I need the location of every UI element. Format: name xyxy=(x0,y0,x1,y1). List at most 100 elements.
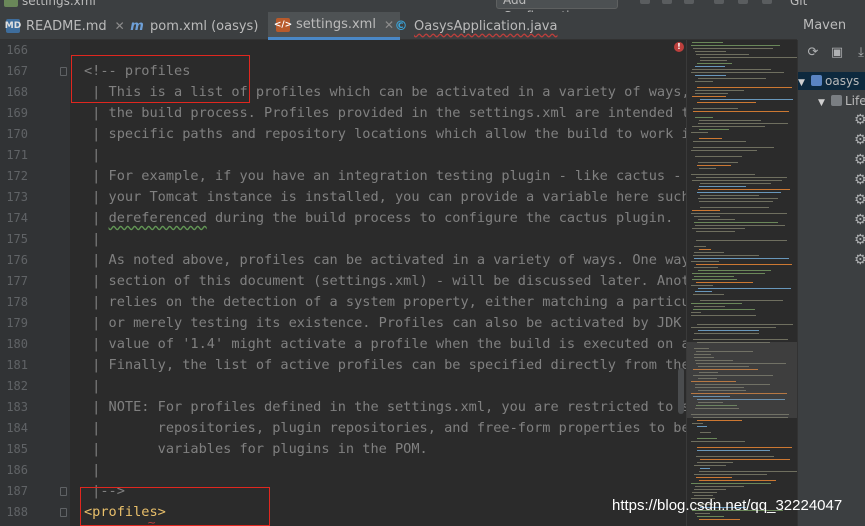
lifecycle-goal-icon[interactable]: ⚙ xyxy=(854,172,865,188)
expand-triangle-icon[interactable]: ▼ xyxy=(798,74,808,92)
minimap-line xyxy=(696,456,774,457)
minimap-line xyxy=(698,219,735,220)
code-line: | relies on the detection of a system pr… xyxy=(84,294,686,310)
minimap-line xyxy=(694,474,767,475)
line-number: 170 xyxy=(6,127,28,141)
minimap-line xyxy=(696,240,787,241)
minimap-line xyxy=(696,231,735,232)
minimap-line xyxy=(698,270,771,271)
code-line: | variables for plugins in the POM. xyxy=(84,441,428,457)
code-line: | the build process. Profiles provided i… xyxy=(84,105,686,121)
build-icon[interactable] xyxy=(738,0,748,4)
minimap-line xyxy=(691,213,787,214)
minimap-line xyxy=(692,492,717,493)
git-label[interactable]: Git xyxy=(790,0,807,8)
minimap-line xyxy=(697,420,742,421)
minimap-line xyxy=(692,42,723,43)
minimap-line xyxy=(691,132,708,133)
minimap-line xyxy=(692,126,765,127)
minimap-line xyxy=(699,519,740,520)
add-configuration-button[interactable]: Add Configuration... xyxy=(496,0,618,12)
lifecycle-goal-icon[interactable]: ⚙ xyxy=(854,112,865,128)
maven-panel-title[interactable]: Maven xyxy=(797,12,865,40)
minimap-line xyxy=(694,252,724,253)
profiles-comment-highlight xyxy=(71,55,250,103)
tab-pom[interactable]: m pom.xml (oasys) ✕ xyxy=(130,12,276,40)
close-icon[interactable]: ✕ xyxy=(115,19,125,33)
minimap-line xyxy=(695,486,744,487)
minimap-line xyxy=(691,261,719,262)
line-number: 177 xyxy=(6,274,28,288)
code-line: | your Tomcat instance is installed, you… xyxy=(84,189,686,205)
update-icon[interactable] xyxy=(762,0,772,4)
download-icon[interactable]: ⤓ xyxy=(854,46,865,60)
minimap-line xyxy=(693,141,746,142)
close-icon[interactable]: ✕ xyxy=(384,18,394,32)
lifecycle-goal-icon[interactable]: ⚙ xyxy=(854,152,865,168)
code-line: | section of this document (settings.xml… xyxy=(84,273,686,289)
maven-tree-item-lifecycle[interactable]: ▼Lifecycle xyxy=(818,92,865,110)
minimap-line xyxy=(696,54,749,55)
maven-tree-item-oasys[interactable]: ▼ oasys xyxy=(798,72,865,90)
line-number: 167 xyxy=(6,64,28,78)
tab-label: pom.xml (oasys) xyxy=(150,18,259,34)
tab-readme[interactable]: MD README.md ✕ xyxy=(5,12,125,40)
minimap-line xyxy=(698,189,790,190)
line-number: 184 xyxy=(6,421,28,435)
minimap-viewport[interactable] xyxy=(687,342,797,418)
lifecycle-goal-icon[interactable]: ⚙ xyxy=(854,192,865,208)
fold-marker-icon[interactable] xyxy=(60,67,67,76)
minimap-line xyxy=(691,483,771,484)
lifecycle-goal-icon[interactable]: ⚙ xyxy=(854,132,865,148)
vertical-scrollbar[interactable] xyxy=(678,368,684,414)
minimap-line xyxy=(699,471,797,472)
line-number: 187 xyxy=(6,484,28,498)
minimap-line xyxy=(698,288,791,289)
minimap-line xyxy=(694,258,789,259)
fold-marker-icon[interactable] xyxy=(60,487,67,496)
minimap-line xyxy=(691,441,745,442)
minimap-line xyxy=(698,198,778,199)
minimap-line xyxy=(693,339,788,340)
line-number: 176 xyxy=(6,253,28,267)
stop-icon[interactable] xyxy=(714,0,724,4)
minimap-line xyxy=(695,117,713,118)
minimap-line xyxy=(697,438,717,439)
lifecycle-goal-icon[interactable]: ⚙ xyxy=(854,252,865,268)
line-number: 179 xyxy=(6,316,28,330)
minimap-line xyxy=(691,327,776,328)
tab-oasys-application[interactable]: © OasysApplication.java xyxy=(394,12,558,40)
minimap-line xyxy=(697,462,733,463)
minimap-line xyxy=(694,222,778,223)
minimap-line xyxy=(696,282,753,283)
add-folder-icon[interactable]: ▣ xyxy=(830,46,844,60)
minimap-line xyxy=(692,69,771,70)
lifecycle-goal-icon[interactable]: ⚙ xyxy=(854,212,865,228)
profiles-tag-highlight xyxy=(80,487,270,526)
run-icon[interactable] xyxy=(640,0,650,4)
maven-panel: ⟳ ▣ ⤓ ▼oasys ▼Lifecycle ⚙ ⚙ ⚙ ⚙ ⚙ ⚙ ⚙ ⚙ xyxy=(797,40,865,526)
code-minimap[interactable] xyxy=(686,40,797,526)
minimap-line xyxy=(695,90,744,91)
code-editor[interactable]: <!-- profiles | This is a list of profil… xyxy=(70,40,686,526)
xml-file-icon xyxy=(4,0,18,7)
fold-marker-icon[interactable] xyxy=(60,508,67,517)
line-number: 180 xyxy=(6,337,28,351)
coverage-icon[interactable] xyxy=(684,0,694,4)
minimap-line xyxy=(700,60,727,61)
minimap-line xyxy=(696,177,787,178)
line-number: 169 xyxy=(6,106,28,120)
lifecycle-goal-icon[interactable]: ⚙ xyxy=(854,232,865,248)
line-number: 175 xyxy=(6,232,28,246)
minimap-line xyxy=(695,51,726,52)
minimap-line xyxy=(692,180,782,181)
line-number: 172 xyxy=(6,169,28,183)
reload-icon[interactable]: ⟳ xyxy=(806,46,820,60)
error-indicator-icon[interactable]: ! xyxy=(674,42,684,52)
minimap-line xyxy=(697,426,707,427)
debug-icon[interactable] xyxy=(662,0,672,4)
editor-gutter[interactable]: 166 167 168 169 170 171 172 173 174 175 … xyxy=(0,40,70,526)
expand-triangle-icon[interactable]: ▼ xyxy=(818,94,828,112)
tab-settings[interactable]: </> settings.xml ✕ xyxy=(268,12,401,40)
minimap-line xyxy=(695,225,785,226)
